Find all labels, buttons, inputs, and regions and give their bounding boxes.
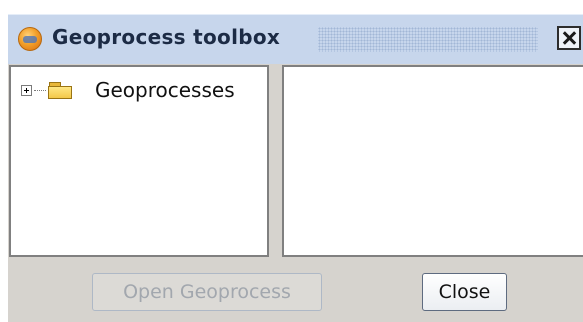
folder-body bbox=[48, 86, 72, 99]
window-title: Geoprocess toolbox bbox=[52, 25, 281, 49]
title-bar[interactable]: Geoprocess toolbox bbox=[8, 14, 583, 64]
geoprocess-toolbox-window: Geoprocess toolbox Geoprocesses Open Geo… bbox=[8, 14, 583, 322]
tree-node-geoprocesses[interactable]: Geoprocesses bbox=[19, 77, 264, 103]
title-bar-texture bbox=[318, 27, 538, 52]
folder-icon bbox=[48, 81, 74, 100]
geoprocess-description-panel bbox=[282, 65, 583, 257]
open-geoprocess-button[interactable]: Open Geoprocess bbox=[92, 273, 322, 311]
close-button[interactable]: Close bbox=[422, 273, 507, 311]
tree-node-label: Geoprocesses bbox=[95, 78, 235, 102]
close-icon[interactable] bbox=[557, 26, 581, 50]
gvsig-globe-icon bbox=[18, 27, 42, 51]
split-pane-divider[interactable] bbox=[270, 65, 280, 257]
tree-connector-line bbox=[34, 90, 46, 91]
geoprocess-tree-panel[interactable]: Geoprocesses bbox=[9, 65, 269, 257]
expand-plus-icon[interactable] bbox=[21, 85, 32, 96]
globe-mark bbox=[23, 36, 37, 43]
